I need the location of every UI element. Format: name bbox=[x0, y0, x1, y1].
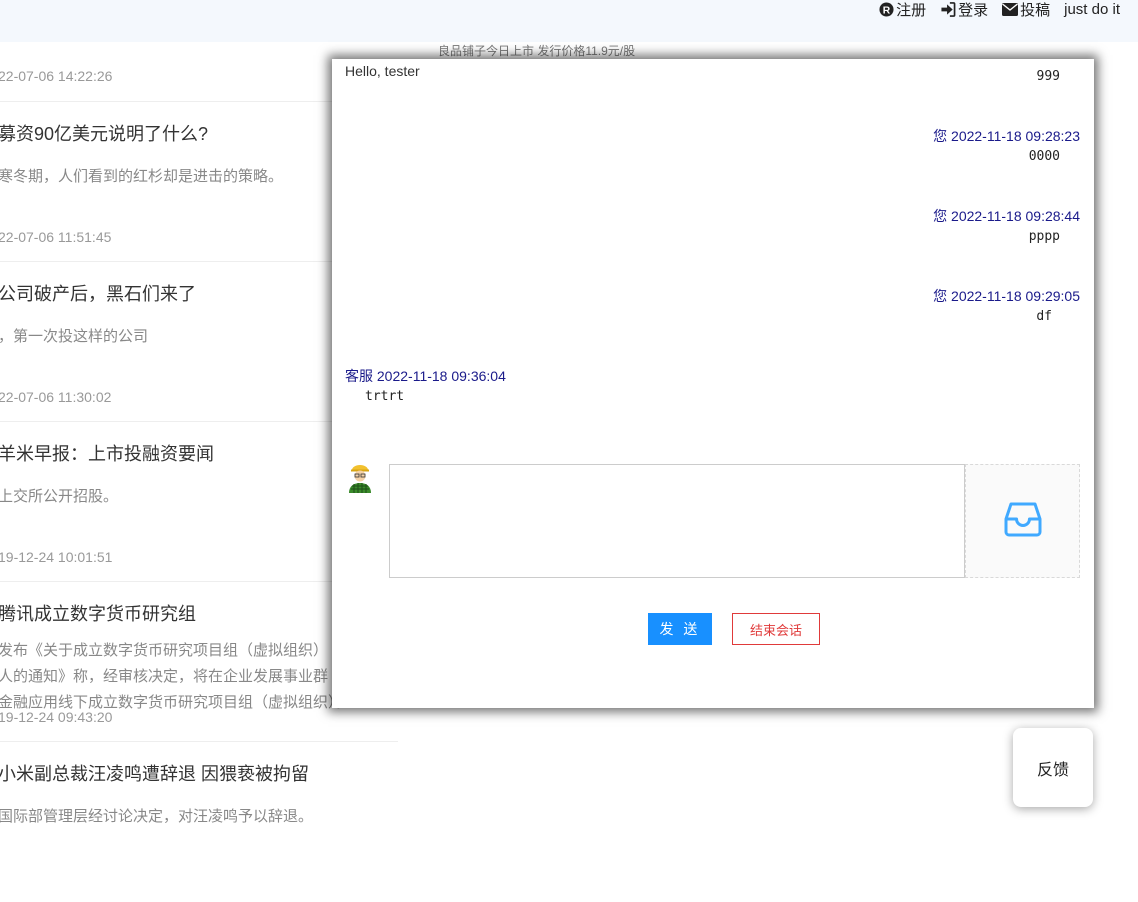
register-link[interactable]: R 注册 bbox=[879, 0, 926, 20]
image-upload-area[interactable] bbox=[965, 464, 1080, 578]
message-meta: 您 2022-11-18 09:28:44 bbox=[933, 208, 1080, 224]
article-summary: 国际部管理层经讨论决定，对汪凌鸣予以辞退。 bbox=[0, 808, 314, 825]
message-meta: 您 2022-11-18 09:29:05 bbox=[933, 288, 1080, 304]
article-summary: 上交所公开招股。 bbox=[0, 488, 119, 505]
top-bar: R 注册 登录 投稿 just do it bbox=[0, 0, 1138, 42]
article-date: 19-12-24 10:01:51 bbox=[0, 549, 113, 565]
inbox-icon bbox=[1004, 501, 1042, 542]
article-title[interactable]: 公司破产后，黑石们来了 bbox=[0, 280, 196, 306]
article-title[interactable]: 小米副总裁汪凌鸣遭辞退 因猥亵被拘留 bbox=[0, 760, 309, 786]
chat-message: 您 2022-11-18 09:28:23 0000 bbox=[933, 126, 1080, 164]
chat-message: 您 2022-11-18 09:29:05 df bbox=[933, 286, 1080, 324]
message-meta: 您 2022-11-18 09:28:23 bbox=[933, 128, 1080, 144]
feedback-label: 反馈 bbox=[1036, 761, 1069, 779]
message-body: df bbox=[1036, 309, 1052, 324]
envelope-icon bbox=[1002, 2, 1019, 16]
feedback-button[interactable]: 反馈 bbox=[1013, 728, 1093, 807]
slogan: just do it bbox=[1064, 1, 1120, 18]
top-nav: R 注册 登录 投稿 just do it bbox=[879, 0, 1120, 20]
article-item[interactable]: 小米副总裁汪凌鸣遭辞退 因猥亵被拘留 国际部管理层经讨论决定，对汪凌鸣予以辞退。 bbox=[0, 742, 398, 902]
message-body: 999 bbox=[1036, 69, 1060, 84]
article-date: 22-07-06 14:22:26 bbox=[0, 68, 113, 84]
register-label: 注册 bbox=[896, 1, 927, 19]
registered-icon: R bbox=[879, 1, 894, 17]
message-body: trtrt bbox=[365, 389, 405, 404]
message-body: pppp bbox=[1028, 229, 1060, 244]
chat-message: 客服 2022-11-18 09:36:04 trtrt bbox=[345, 366, 506, 404]
article-summary: 寒冬期，人们看到的红杉却是进击的策略。 bbox=[0, 168, 284, 185]
article-title[interactable]: 羊米早报：上市投融资要闻 bbox=[0, 440, 214, 466]
article-title[interactable]: 腾讯成立数字货币研究组 bbox=[0, 600, 196, 626]
submit-label: 投稿 bbox=[1020, 1, 1051, 19]
article-date: 22-07-06 11:51:45 bbox=[0, 229, 112, 245]
message-meta: 客服 2022-11-18 09:36:04 bbox=[345, 368, 506, 384]
article-summary-line: 人的通知》称，经审核决定，将在企业发展事业群 bbox=[0, 668, 329, 685]
chat-greeting: Hello, tester bbox=[345, 63, 420, 79]
end-session-button[interactable]: 结束会话 bbox=[732, 613, 820, 645]
sign-in-icon bbox=[940, 1, 956, 17]
message-input[interactable] bbox=[389, 464, 965, 578]
chat-modal: Hello, tester 999 您 2022-11-18 09:28:23 … bbox=[332, 59, 1094, 708]
chat-message: 您 2022-11-18 09:28:44 pppp bbox=[933, 206, 1080, 244]
article-summary-line: 发布《关于成立数字货币研究项目组（虚拟组织） bbox=[0, 642, 329, 659]
article-title[interactable]: 募资90亿美元说明了什么? bbox=[0, 120, 208, 146]
article-date: 19-12-24 09:43:20 bbox=[0, 709, 113, 725]
chat-message: 999 bbox=[1037, 69, 1080, 84]
message-body: 0000 bbox=[1028, 149, 1060, 164]
article-summary: ，第一次投这样的公司 bbox=[0, 328, 149, 345]
login-link[interactable]: 登录 bbox=[940, 0, 988, 20]
login-label: 登录 bbox=[958, 1, 989, 19]
svg-text:R: R bbox=[883, 5, 891, 16]
article-summary: 发布《关于成立数字货币研究项目组（虚拟组织） 人的通知》称，经审核决定，将在企业… bbox=[0, 638, 351, 716]
submit-link[interactable]: 投稿 bbox=[1002, 0, 1050, 20]
news-ticker[interactable]: 良品铺子今日上市 发行价格11.9元/股 bbox=[438, 42, 635, 59]
send-button[interactable]: 发 送 bbox=[648, 613, 712, 645]
slogan-text: just do it bbox=[1064, 0, 1120, 18]
article-date: 22-07-06 11:30:02 bbox=[0, 389, 112, 405]
user-avatar-icon bbox=[346, 462, 374, 494]
